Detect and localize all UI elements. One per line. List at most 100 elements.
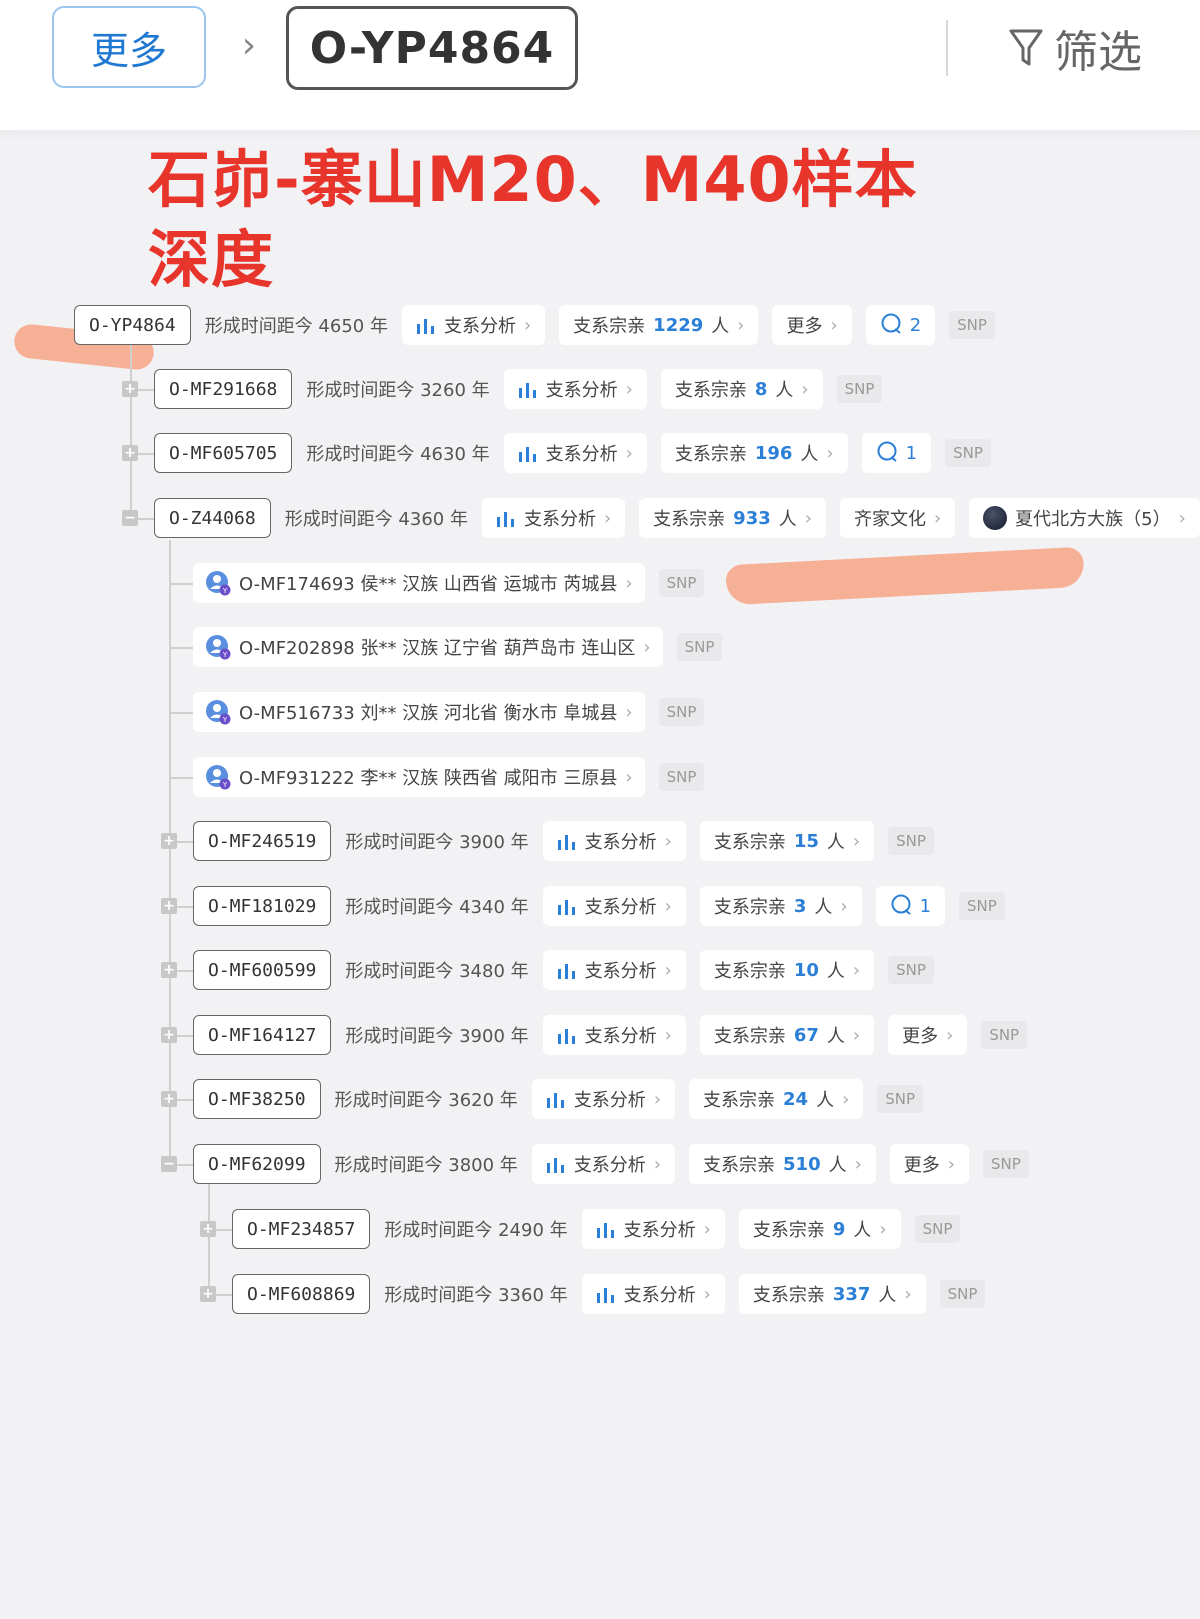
snp-badge[interactable]: SNP [959, 892, 1005, 920]
clan-members-button[interactable]: 支系宗亲 67 人 › [699, 1015, 875, 1055]
comment-count: 1 [919, 895, 932, 917]
more-button[interactable]: 更多 › [889, 1144, 969, 1184]
branch-analysis-button[interactable]: 支系分析 › [581, 1274, 725, 1314]
snp-badge[interactable]: SNP [945, 439, 991, 467]
sample-person-row: Y O-MF202898 张** 汉族 辽宁省 葫芦岛市 连山区 › SNP [193, 625, 723, 669]
chevron-right-icon: › [664, 830, 672, 852]
expand-icon[interactable]: + [161, 833, 177, 849]
expand-icon[interactable]: + [161, 1091, 177, 1107]
clan-prefix: 支系宗亲 [752, 1285, 825, 1306]
branch-analysis-label: 支系分析 [443, 316, 516, 337]
sample-person-text: O-MF202898 张** 汉族 辽宁省 葫芦岛市 连山区 [239, 638, 636, 659]
clan-suffix: 人 [853, 1220, 872, 1241]
snp-badge[interactable]: SNP [888, 956, 934, 984]
tree-node-row: O-MF38250 形成时间距今 3620 年 支系分析 › 支系宗亲 24 人… [193, 1077, 924, 1121]
snp-badge[interactable]: SNP [658, 763, 705, 791]
clan-prefix: 支系宗亲 [703, 1155, 776, 1176]
branch-analysis-label: 支系分析 [573, 1090, 646, 1111]
branch-analysis-button[interactable]: 支系分析 › [542, 821, 686, 861]
chevron-right-icon: › [625, 701, 633, 723]
clan-members-button[interactable]: 支系宗亲 8 人 › [660, 369, 823, 409]
clan-members-button[interactable]: 支系宗亲 15 人 › [699, 821, 875, 861]
branch-analysis-button[interactable]: 支系分析 › [542, 950, 686, 990]
haplogroup-node-button[interactable]: O-MF181029 [193, 886, 332, 926]
collapse-icon[interactable]: − [122, 510, 138, 526]
expand-icon[interactable]: + [161, 1027, 177, 1043]
clan-prefix: 支系宗亲 [713, 897, 786, 918]
clan-members-button[interactable]: 支系宗亲 196 人 › [660, 433, 848, 473]
snp-badge[interactable]: SNP [676, 633, 723, 661]
clan-members-button[interactable]: 支系宗亲 933 人 › [639, 498, 826, 538]
haplogroup-node-button[interactable]: O-MF600599 [193, 950, 332, 990]
clan-members-button[interactable]: 支系宗亲 1229 人 › [559, 305, 759, 345]
branch-analysis-button[interactable]: 支系分析 › [481, 498, 626, 538]
formation-age: 形成时间距今 3900 年 [345, 832, 529, 853]
clan-members-button[interactable]: 支系宗亲 3 人 › [699, 886, 862, 926]
haplogroup-node-button[interactable]: O-MF605705 [154, 433, 293, 473]
formation-age: 形成时间距今 4650 年 [204, 316, 388, 337]
tree-node-row: O-MF608869 形成时间距今 3360 年 支系分析 › 支系宗亲 337… [232, 1272, 986, 1316]
tree-connector [169, 777, 193, 779]
snp-badge[interactable]: SNP [949, 311, 995, 339]
branch-analysis-button[interactable]: 支系分析 › [503, 369, 647, 409]
haplogroup-node-button[interactable]: O-MF234857 [232, 1209, 371, 1249]
haplogroup-node-button[interactable]: O-MF62099 [193, 1144, 321, 1184]
clan-members-button[interactable]: 支系宗亲 24 人 › [689, 1079, 864, 1119]
clan-members-button[interactable]: 支系宗亲 10 人 › [699, 950, 875, 990]
chevron-right-icon: › [664, 1024, 672, 1046]
clan-suffix: 人 [828, 1155, 847, 1176]
snp-badge[interactable]: SNP [983, 1150, 1029, 1178]
snp-badge[interactable]: SNP [658, 569, 705, 597]
haplogroup-node-button[interactable]: O-MF291668 [154, 369, 293, 409]
comments-button[interactable]: 1 [861, 433, 932, 473]
snp-badge[interactable]: SNP [888, 827, 934, 855]
clan-count: 1229 [653, 314, 704, 336]
tree-node-row: O-YP4864 形成时间距今 4650 年 支系分析 › 支系宗亲 1229 … [74, 303, 995, 347]
expand-icon[interactable]: + [161, 962, 177, 978]
branch-analysis-button[interactable]: 支系分析 › [503, 433, 647, 473]
branch-analysis-button[interactable]: 支系分析 › [542, 886, 686, 926]
sample-person-button[interactable]: Y O-MF516733 刘** 汉族 河北省 衡水市 阜城县 › [193, 692, 645, 732]
sample-person-button[interactable]: Y O-MF202898 张** 汉族 辽宁省 葫芦岛市 连山区 › [193, 627, 663, 667]
snp-badge[interactable]: SNP [658, 698, 705, 726]
branch-analysis-button[interactable]: 支系分析 › [401, 305, 546, 345]
branch-analysis-button[interactable]: 支系分析 › [542, 1015, 686, 1055]
clan-members-button[interactable]: 支系宗亲 510 人 › [689, 1144, 876, 1184]
haplogroup-node-button[interactable]: O-MF246519 [193, 821, 332, 861]
expand-icon[interactable]: + [122, 445, 138, 461]
expand-icon[interactable]: + [200, 1286, 216, 1302]
haplogroup-node-button[interactable]: O-MF608869 [232, 1274, 371, 1314]
snp-badge[interactable]: SNP [836, 375, 883, 403]
branch-analysis-button[interactable]: 支系分析 › [531, 1144, 676, 1184]
clan-members-button[interactable]: 支系宗亲 337 人 › [738, 1274, 926, 1314]
haplogroup-node-button[interactable]: O-MF164127 [193, 1015, 332, 1055]
comments-button[interactable]: 2 [865, 305, 936, 345]
branch-analysis-button[interactable]: 支系分析 › [581, 1209, 725, 1249]
haplogroup-node-button[interactable]: O-MF38250 [193, 1079, 321, 1119]
snp-badge[interactable]: SNP [981, 1021, 1028, 1049]
snp-badge[interactable]: SNP [877, 1085, 924, 1113]
sample-person-button[interactable]: Y O-MF931222 李** 汉族 陕西省 咸阳市 三原县 › [193, 757, 645, 797]
tribe-tag-button[interactable]: 夏代北方大族（5） › [969, 498, 1200, 538]
expand-icon[interactable]: + [200, 1221, 216, 1237]
snp-badge[interactable]: SNP [939, 1280, 986, 1308]
collapse-icon[interactable]: − [161, 1156, 177, 1172]
clan-members-button[interactable]: 支系宗亲 9 人 › [738, 1209, 901, 1249]
expand-icon[interactable]: + [161, 898, 177, 914]
more-button[interactable]: 更多 › [772, 305, 852, 345]
more-button[interactable]: 更多 › [888, 1015, 968, 1055]
haplogroup-node-button[interactable]: O-Z44068 [154, 498, 271, 538]
clan-suffix: 人 [711, 316, 730, 337]
comments-button[interactable]: 1 [875, 886, 946, 926]
clan-count: 24 [783, 1088, 809, 1110]
culture-tag-button[interactable]: 齐家文化 › [839, 498, 956, 538]
chevron-right-icon: › [625, 572, 633, 594]
expand-icon[interactable]: + [122, 381, 138, 397]
sample-person-button[interactable]: Y O-MF174693 侯** 汉族 山西省 运城市 芮城县 › [193, 563, 645, 603]
tree-node-row: O-MF234857 形成时间距今 2490 年 支系分析 › 支系宗亲 9 人… [232, 1207, 961, 1251]
branch-analysis-button[interactable]: 支系分析 › [531, 1079, 676, 1119]
chevron-right-icon: › [840, 895, 848, 917]
snp-badge[interactable]: SNP [914, 1215, 961, 1243]
bar-chart-icon [546, 1090, 566, 1108]
haplogroup-node-button[interactable]: O-YP4864 [74, 305, 191, 345]
